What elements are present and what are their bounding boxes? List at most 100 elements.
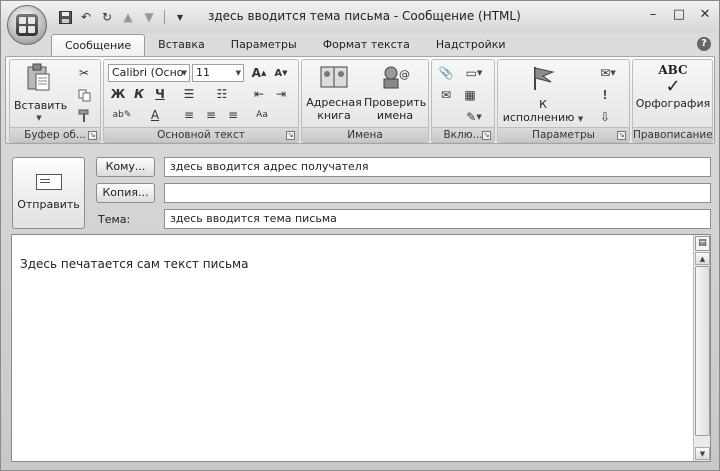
quick-access-toolbar: ↶ ↻ ▲ ▼ ▼ bbox=[56, 9, 189, 25]
address-book-label-2: книга bbox=[317, 109, 351, 122]
send-button[interactable]: Отправить bbox=[12, 157, 85, 229]
address-book-label-1: Адресная bbox=[306, 96, 362, 109]
font-size-value: 11 bbox=[196, 66, 210, 79]
high-importance-icon[interactable]: ! bbox=[595, 86, 615, 104]
font-size-combo[interactable]: 11 ▼ bbox=[192, 64, 244, 82]
paste-label: Вставить bbox=[14, 99, 68, 112]
paste-button[interactable]: Вставить ▼ bbox=[14, 63, 68, 125]
address-book-button[interactable]: Адресная книга bbox=[305, 64, 363, 122]
flag-icon bbox=[534, 67, 555, 90]
copy-icon[interactable] bbox=[74, 86, 94, 104]
underline-button[interactable]: Ч bbox=[150, 85, 170, 103]
cc-field[interactable] bbox=[164, 183, 711, 203]
redo-icon[interactable]: ↻ bbox=[98, 9, 116, 25]
dialog-launcher-icon[interactable]: ↘ bbox=[482, 131, 491, 140]
group-names: Адресная книга @ Проверить имена Имена bbox=[301, 59, 429, 143]
dialog-launcher-icon[interactable]: ↘ bbox=[617, 131, 626, 140]
bullets-icon[interactable]: ☰ bbox=[179, 85, 199, 103]
message-body[interactable]: Здесь печатается сам текст письма ▤ ▲ ▼ bbox=[11, 234, 711, 462]
signature-icon[interactable]: ✎ ▼ bbox=[460, 108, 488, 126]
help-icon[interactable]: ? bbox=[697, 37, 711, 51]
ribbon-tabs: Сообщение Вставка Параметры Формат текст… bbox=[51, 34, 519, 56]
styles-icon[interactable]: Aa bbox=[252, 106, 272, 124]
format-painter-icon[interactable] bbox=[74, 107, 94, 125]
grow-font-icon[interactable]: A ▲ bbox=[249, 64, 269, 82]
cut-icon[interactable]: ✂ bbox=[74, 64, 94, 82]
save-icon[interactable] bbox=[56, 9, 74, 25]
dialog-launcher-icon[interactable]: ↘ bbox=[286, 131, 295, 140]
italic-button[interactable]: К bbox=[129, 85, 149, 103]
follow-up-label-1: К bbox=[539, 98, 547, 111]
vertical-scrollbar[interactable]: ▤ ▲ ▼ bbox=[693, 235, 710, 461]
bold-button[interactable]: Ж bbox=[108, 85, 128, 103]
business-card-icon[interactable]: ▭ ▼ bbox=[460, 64, 488, 82]
group-options: К исполнению ▼ ✉ ▼ ! ⇩ Параметры ↘ bbox=[497, 59, 630, 143]
tab-message[interactable]: Сообщение bbox=[51, 34, 146, 56]
tab-options[interactable]: Параметры bbox=[218, 34, 310, 56]
close-icon[interactable]: ✕ bbox=[697, 7, 713, 23]
spelling-button[interactable]: ABC ✓ Орфография bbox=[635, 64, 711, 111]
tab-format-text[interactable]: Формат текста bbox=[310, 34, 423, 56]
qat-separator bbox=[164, 10, 165, 24]
follow-up-button[interactable]: К исполнению ▼ bbox=[501, 64, 585, 126]
group-label-clipboard: Буфер об... bbox=[10, 127, 100, 142]
scroll-up-icon[interactable]: ▲ bbox=[695, 252, 710, 265]
paste-dropdown-icon: ▼ bbox=[36, 114, 42, 122]
window-controls: – □ ✕ bbox=[645, 7, 713, 23]
group-label-options: Параметры bbox=[498, 127, 629, 142]
attach-file-icon[interactable]: 📎 bbox=[436, 64, 456, 82]
customize-icon[interactable]: ▼ bbox=[171, 9, 189, 25]
scroll-thumb[interactable] bbox=[695, 266, 710, 436]
group-proofing: ABC ✓ Орфография Правописание bbox=[632, 59, 713, 143]
window-title: здесь вводится тема письма - Сообщение (… bbox=[208, 9, 521, 23]
dialog-launcher-icon[interactable]: ↘ bbox=[88, 131, 97, 140]
decrease-indent-icon[interactable]: ⇤ bbox=[249, 85, 269, 103]
maximize-icon[interactable]: □ bbox=[671, 7, 687, 23]
numbering-icon[interactable]: ☷ bbox=[212, 85, 232, 103]
align-right-icon[interactable]: ≡ bbox=[223, 106, 243, 124]
font-name-combo[interactable]: Calibri (Осно ▼ bbox=[108, 64, 190, 82]
chevron-down-icon: ▼ bbox=[235, 69, 241, 77]
message-body-text[interactable]: Здесь печатается сам текст письма bbox=[20, 257, 248, 271]
increase-indent-icon[interactable]: ⇥ bbox=[271, 85, 291, 103]
group-include: 📎 ▭ ▼ ✉ ▦ ✎ ▼ Вклю... ↘ bbox=[431, 59, 495, 143]
calendar-icon[interactable]: ▦ bbox=[460, 86, 480, 104]
tab-addins[interactable]: Надстройки bbox=[423, 34, 519, 56]
scroll-down-icon[interactable]: ▼ bbox=[695, 447, 710, 460]
chevron-down-icon: ▼ bbox=[181, 69, 187, 77]
check-names-label-2: имена bbox=[376, 109, 414, 122]
undo-icon[interactable]: ↶ bbox=[77, 9, 95, 25]
follow-up-label-2: исполнению ▼ bbox=[502, 111, 584, 124]
minimize-icon[interactable]: – bbox=[645, 7, 661, 23]
tracking-icon[interactable]: ✉ ▼ bbox=[593, 64, 623, 82]
send-envelope-icon bbox=[35, 174, 62, 190]
to-button[interactable]: Кому... bbox=[96, 157, 155, 177]
subject-label: Тема: bbox=[98, 213, 131, 226]
align-center-icon[interactable]: ≡ bbox=[201, 106, 221, 124]
align-left-icon[interactable]: ≡ bbox=[179, 106, 199, 124]
up-arrow-icon[interactable]: ▲ bbox=[119, 9, 137, 25]
ruler-toggle-icon[interactable]: ▤ bbox=[695, 236, 710, 251]
check-names-icon: @ bbox=[383, 66, 410, 89]
title-bar: ↶ ↻ ▲ ▼ ▼ здесь вводится тема письма - С… bbox=[1, 1, 719, 33]
highlight-icon[interactable]: ab✎ bbox=[108, 106, 136, 124]
group-label-proofing: Правописание bbox=[633, 127, 712, 142]
shrink-font-icon[interactable]: A ▼ bbox=[271, 64, 291, 82]
to-field[interactable]: здесь вводится адрес получателя bbox=[164, 157, 711, 177]
message-window: ↶ ↻ ▲ ▼ ▼ здесь вводится тема письма - С… bbox=[0, 0, 720, 471]
check-names-button[interactable]: @ Проверить имена bbox=[364, 64, 426, 122]
group-basic-text: Calibri (Осно ▼ 11 ▼ A ▲ A ▼ Ж К Ч ☰ ☷ ⇤ ⇥… bbox=[103, 59, 299, 143]
office-logo-icon bbox=[16, 14, 38, 36]
send-label: Отправить bbox=[17, 198, 80, 211]
subject-field[interactable]: здесь вводится тема письма bbox=[164, 209, 711, 229]
low-importance-icon[interactable]: ⇩ bbox=[595, 108, 615, 126]
svg-text:@: @ bbox=[399, 68, 410, 81]
attach-item-icon[interactable]: ✉ bbox=[436, 86, 456, 104]
cc-button[interactable]: Копия... bbox=[96, 183, 155, 203]
group-label-names: Имена bbox=[302, 127, 428, 142]
paste-icon bbox=[27, 63, 50, 91]
font-color-icon[interactable]: A bbox=[142, 106, 168, 124]
office-button[interactable] bbox=[7, 5, 47, 45]
down-arrow-icon[interactable]: ▼ bbox=[140, 9, 158, 25]
tab-insert[interactable]: Вставка bbox=[145, 34, 218, 56]
